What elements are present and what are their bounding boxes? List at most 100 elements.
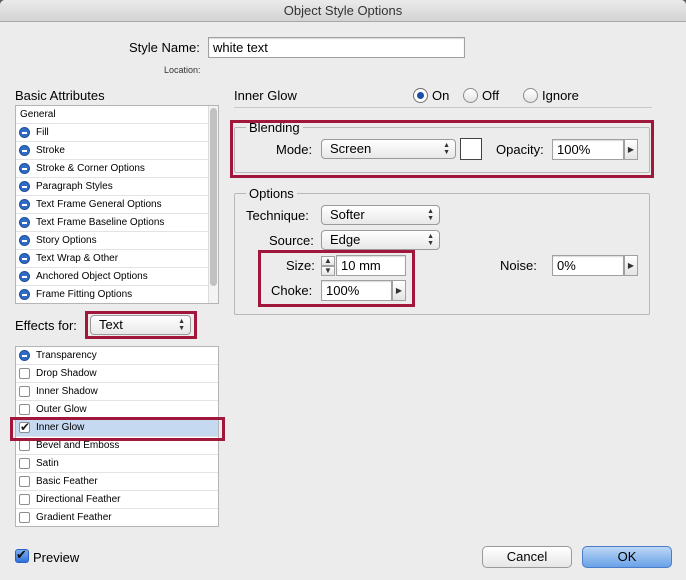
basic-attributes-heading: Basic Attributes (15, 88, 105, 103)
effect-checkbox[interactable] (19, 386, 30, 397)
technique-label: Technique: (246, 208, 309, 223)
size-label: Size: (286, 258, 315, 273)
basic-attribute-label: Fill (36, 127, 49, 138)
scrollbar-thumb[interactable] (210, 108, 217, 286)
style-name-input[interactable]: white text (208, 37, 465, 58)
noise-slider-arrow-icon[interactable]: ▶ (624, 255, 638, 276)
basic-attribute-label: Text Frame Baseline Options (36, 217, 165, 228)
effect-checkbox[interactable] (19, 440, 30, 451)
basic-attribute-item[interactable]: General (16, 106, 218, 124)
effect-checkbox[interactable] (19, 476, 30, 487)
basic-attribute-item[interactable]: Fill (16, 124, 218, 142)
choke-input[interactable]: 100% (321, 280, 392, 301)
effect-item[interactable]: Satin (16, 455, 218, 473)
basic-attribute-item[interactable]: Story Options (16, 232, 218, 250)
effects-for-dropdown[interactable]: Text ▲ ▼ (90, 315, 191, 335)
basic-attribute-item[interactable]: Stroke (16, 142, 218, 160)
basic-attribute-item[interactable]: Stroke & Corner Options (16, 160, 218, 178)
mode-dropdown[interactable]: Screen ▲ ▼ (321, 139, 456, 159)
effects-list: Transparency Drop Shadow Inner Shadow Outer… (15, 346, 219, 527)
minus-circle-icon (19, 145, 30, 156)
basic-attributes-list: General Fill Stroke Stroke & Corner Options… (15, 105, 219, 304)
effect-checkbox[interactable] (19, 494, 30, 505)
basic-attribute-item[interactable]: Anchored Object Options (16, 268, 218, 286)
basic-attribute-item[interactable]: Text Frame Baseline Options (16, 214, 218, 232)
location-label: Location: (164, 65, 201, 75)
radio-on-label: On (432, 88, 450, 103)
minus-circle-icon (19, 289, 30, 300)
effect-label: Gradient Feather (36, 512, 112, 523)
effect-item[interactable]: Drop Shadow (16, 365, 218, 383)
noise-input[interactable]: 0% (552, 255, 624, 276)
dialog-window: Object Style Options Style Name: white t… (0, 0, 686, 580)
basic-attribute-label: Stroke & Corner Options (36, 163, 145, 174)
basic-attribute-item[interactable]: Frame Fitting Options (16, 286, 218, 303)
effect-item[interactable]: Gradient Feather (16, 509, 218, 526)
technique-dropdown[interactable]: Softer ▲ ▼ (321, 205, 440, 225)
effect-label: Inner Shadow (36, 386, 98, 397)
effect-label: Inner Glow (36, 422, 85, 433)
effect-checkbox[interactable] (19, 458, 30, 469)
panel-title: Inner Glow (234, 88, 297, 103)
minus-circle-icon (19, 163, 30, 174)
effect-item[interactable]: Transparency (16, 347, 218, 365)
effects-for-label: Effects for: (15, 318, 77, 333)
radio-off[interactable] (463, 88, 478, 103)
opacity-label: Opacity: (496, 142, 544, 157)
effect-item[interactable]: Directional Feather (16, 491, 218, 509)
opacity-slider-arrow-icon[interactable]: ▶ (624, 139, 638, 160)
effect-item[interactable]: Inner Glow (16, 419, 218, 437)
technique-value: Softer (330, 207, 365, 222)
choke-slider-arrow-icon[interactable]: ▶ (392, 280, 406, 301)
opacity-input[interactable]: 100% (552, 139, 624, 160)
effect-item[interactable]: Bevel and Emboss (16, 437, 218, 455)
effect-checkbox[interactable] (19, 512, 30, 523)
size-increment-icon[interactable]: ▲ (321, 256, 335, 266)
options-title: Options (246, 186, 297, 201)
effect-label: Directional Feather (36, 494, 121, 505)
effect-label: Basic Feather (36, 476, 98, 487)
effects-for-value: Text (99, 317, 123, 332)
basic-attribute-item[interactable]: Text Wrap & Other (16, 250, 218, 268)
radio-ignore[interactable] (523, 88, 538, 103)
effect-checkbox[interactable] (19, 404, 30, 415)
minus-circle-icon (19, 271, 30, 282)
cancel-button[interactable]: Cancel (482, 546, 572, 568)
effect-item[interactable]: Outer Glow (16, 401, 218, 419)
effect-checkbox[interactable] (19, 419, 30, 436)
chevron-updown-icon: ▲ ▼ (178, 318, 185, 332)
effect-item[interactable]: Inner Shadow (16, 383, 218, 401)
effect-item[interactable]: Basic Feather (16, 473, 218, 491)
minus-circle-icon (19, 181, 30, 192)
basic-attribute-label: General (20, 109, 56, 120)
style-name-label: Style Name: (129, 40, 200, 55)
minus-circle-icon (19, 217, 30, 228)
basic-attribute-label: Paragraph Styles (36, 181, 113, 192)
radio-on[interactable] (413, 88, 428, 103)
noise-label: Noise: (500, 258, 537, 273)
source-value: Edge (330, 232, 361, 247)
basic-attribute-label: Text Frame General Options (36, 199, 162, 210)
radio-ignore-label: Ignore (542, 88, 579, 103)
source-dropdown[interactable]: Edge ▲ ▼ (321, 230, 440, 250)
size-input[interactable]: 10 mm (336, 255, 406, 276)
size-decrement-icon[interactable]: ▼ (321, 266, 335, 276)
effect-label: Bevel and Emboss (36, 440, 120, 451)
basic-attributes-scrollbar[interactable] (208, 106, 218, 303)
basic-attribute-item[interactable]: Paragraph Styles (16, 178, 218, 196)
basic-attribute-label: Frame Fitting Options (36, 289, 133, 300)
radio-off-label: Off (482, 88, 500, 103)
ok-button[interactable]: OK (582, 546, 672, 568)
effect-checkbox[interactable] (19, 368, 30, 379)
glow-color-swatch[interactable] (460, 138, 482, 160)
minus-circle-icon (19, 199, 30, 210)
minus-circle-icon (19, 253, 30, 264)
preview-checkbox[interactable] (15, 547, 29, 563)
minus-circle-icon (19, 235, 30, 246)
source-label: Source: (269, 233, 314, 248)
effect-label: Transparency (36, 350, 97, 361)
choke-label: Choke: (271, 283, 313, 298)
basic-attribute-item[interactable]: Text Frame General Options (16, 196, 218, 214)
minus-circle-icon (19, 127, 30, 138)
effect-label: Drop Shadow (36, 368, 97, 379)
